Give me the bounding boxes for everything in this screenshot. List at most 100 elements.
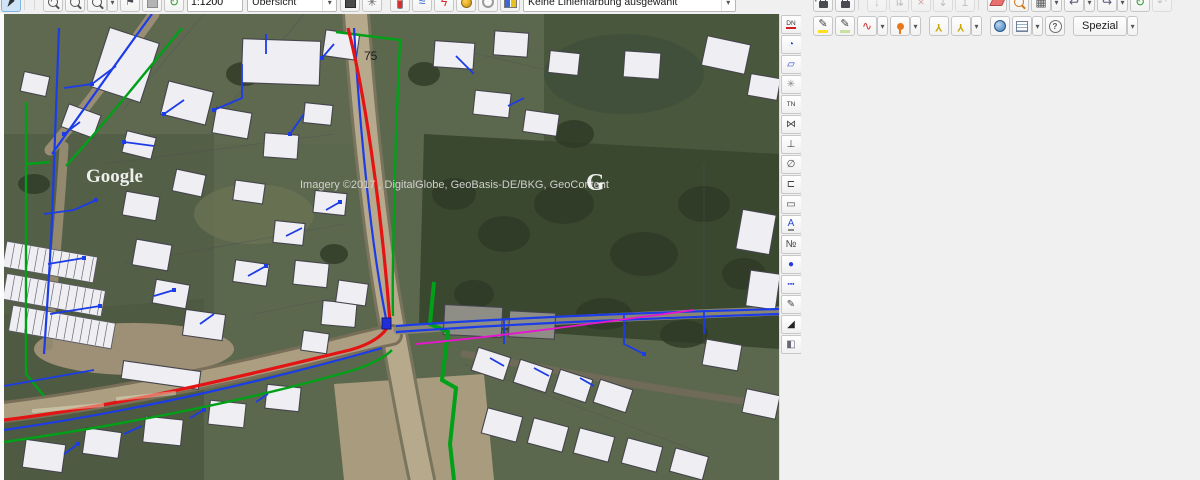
attribute-panel: ↓⇅×↧↥▦▾↩▾↪▾↻↶ ✎✎∿▾▾YY▾▾?Spezial▾ [NRM Ga… [801,0,1200,480]
fill-style-tool[interactable]: ◧ [780,335,802,354]
google-watermark-left: Google [86,166,143,187]
temperature-layer-button [397,0,403,9]
lock-add-button [814,0,828,8]
closed-valve-tool[interactable]: ∅ [780,155,802,174]
set-pin-dropdown[interactable]: ▾ [910,16,921,36]
search-db-button[interactable] [1009,0,1029,12]
rectangle-tool[interactable]: ▭ [780,195,802,214]
toolbar-separator [858,0,864,10]
grid-view-button: ▦ [1035,0,1047,9]
line-coloring-select[interactable]: Keine Linienfärbung ausgewählt ▾ [523,0,736,12]
view-select[interactable]: Übersicht ▾ [247,0,337,12]
number-tool[interactable]: № [780,235,802,254]
badge-layer-button [460,0,472,8]
map-settings-button: ✳ [366,0,378,9]
layers-button[interactable] [340,0,360,12]
stop-button[interactable] [142,0,162,12]
point-tool[interactable]: ● [780,255,802,274]
trace-line-dropdown[interactable]: ▾ [877,16,888,36]
lock-add-button[interactable] [813,0,833,12]
label-pen-tool[interactable]: ✎ [780,295,802,314]
trace-line-button[interactable]: ∿ [857,16,877,36]
grid-view-button[interactable]: ▦ [1031,0,1051,12]
set-pin-button[interactable] [890,16,910,36]
refresh-map-button: ↻ [168,0,180,9]
grid-view-dropdown[interactable]: ▾ [1051,0,1062,12]
forward-dropdown[interactable]: ▾ [1117,0,1128,12]
merge-down-button: ↧ [937,0,949,9]
dimension-dn-tool[interactable]: DN [780,15,802,34]
eraser-button[interactable] [987,0,1007,12]
polygon-select-tool[interactable]: ▱ [780,55,802,74]
power-layer-button: ϟ [440,0,448,9]
spezial-dropdown[interactable]: ▾ [1127,16,1139,36]
toolbar-separator [978,0,984,10]
select-cursor-button[interactable] [1,0,21,12]
join-node-dropdown[interactable]: ▾ [971,16,982,36]
lock-button[interactable] [835,0,855,12]
eraser-button [988,0,1006,6]
memo-button[interactable] [1012,16,1032,36]
trace-line-button: ∿ [861,19,873,33]
swap-button[interactable]: ⇅ [889,0,909,12]
badge-layer-button[interactable] [456,0,476,12]
selection-node-marker[interactable] [381,317,392,330]
spezial-button[interactable]: Spezial [1073,16,1128,36]
toolbar-separator [34,0,40,10]
help-button: ? [1048,19,1062,33]
split-node-button: Y [935,20,943,33]
zoom-options-dropdown[interactable]: ▾ [107,0,118,12]
zoom-in-button [48,0,58,7]
google-watermark-right: G [586,170,605,196]
globe-folder-button[interactable] [990,16,1010,36]
zoom-in-button[interactable] [43,0,63,12]
help-button[interactable]: ? [1045,16,1065,36]
zoom-window-button [70,0,80,7]
back-dropdown[interactable]: ▾ [1084,0,1095,12]
rotate-tool[interactable]: ✳ [780,75,802,94]
reload-button: ↻ [1134,0,1146,9]
memo-dropdown[interactable]: ▾ [1032,16,1043,36]
delete-button[interactable]: × [911,0,931,12]
draw-pencil-button[interactable]: ✎ [813,16,833,36]
split-node-button[interactable]: Y [929,16,949,36]
post-tool[interactable]: ⊥ [780,135,802,154]
move-down-button[interactable]: ↓ [867,0,887,12]
forward-button[interactable]: ↪ [1097,0,1117,12]
back-button: ↩ [1068,0,1080,9]
edit-attributes-button[interactable]: ✎ [835,16,855,36]
ring-layer-button[interactable] [478,0,498,12]
power-layer-button[interactable]: ϟ [434,0,454,12]
map-settings-button[interactable]: ✳ [362,0,382,12]
valve-tool[interactable]: ⋈ [780,115,802,134]
zoom-window-button[interactable] [65,0,85,12]
lock-button [840,0,850,8]
memo-button [1016,20,1028,32]
flag-button[interactable]: ⚑ [120,0,140,12]
measure-time-tool[interactable]: ◔ [780,35,802,54]
scale-input[interactable] [187,0,243,12]
reload-button[interactable]: ↻ [1130,0,1150,12]
line-coloring-select-arrow[interactable]: ▾ [720,0,735,11]
join-node-button[interactable]: Y [951,16,971,36]
view-select-arrow[interactable]: ▾ [322,0,336,11]
attribute-toolbar-row2: ✎ ✎ ∿ ▾ ▾ Y Y ▾ ▾? Spezial ▾ [812,15,1139,37]
undo-button[interactable]: ↶ [1152,0,1172,12]
move-down-button: ↓ [874,0,880,9]
split-view-button[interactable] [500,0,520,12]
segments-tool[interactable]: ▪▪▪ [780,275,802,294]
merge-up-button[interactable]: ↥ [955,0,975,12]
merge-up-button: ↥ [959,0,971,9]
corner-tool[interactable]: ◢ [780,315,802,334]
map-canvas[interactable]: 75 Google Imagery ©2017 , DigitalGlobe, … [4,14,779,480]
zoom-options-button[interactable] [87,0,107,12]
water-layer-button[interactable]: ≈ [412,0,432,12]
sleeve-tool[interactable]: ⊏ [780,175,802,194]
set-pin-button [896,22,904,34]
tn-check-tool[interactable]: TN [780,95,802,114]
refresh-map-button[interactable]: ↻ [164,0,184,12]
merge-down-button[interactable]: ↧ [933,0,953,12]
back-button[interactable]: ↩ [1064,0,1084,12]
temperature-layer-button[interactable] [390,0,410,12]
annotation-a-tool[interactable]: A [780,215,802,234]
